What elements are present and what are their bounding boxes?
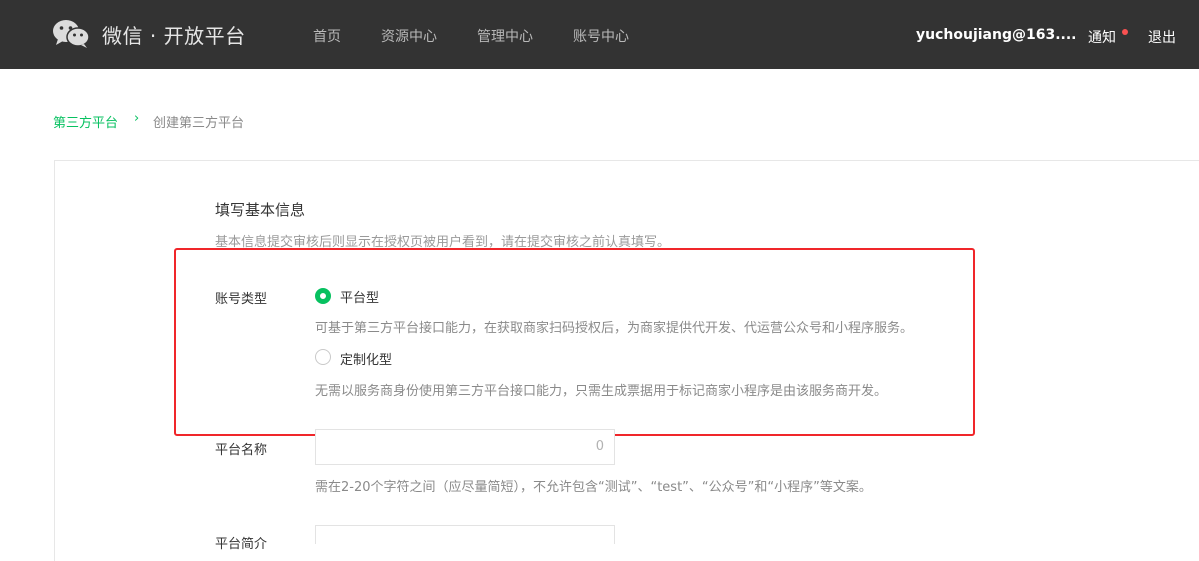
highlight-annotation-box <box>174 248 975 436</box>
breadcrumb-current: 创建第三方平台 <box>153 116 245 131</box>
nav-home[interactable]: 首页 <box>313 26 341 46</box>
platform-intro-label: 平台简介 <box>215 537 268 552</box>
notify-dot-badge <box>1122 29 1128 35</box>
wechat-logo-icon[interactable] <box>52 18 90 50</box>
nav-resource-center[interactable]: 资源中心 <box>381 26 437 46</box>
logout-link[interactable]: 退出 <box>1148 27 1176 47</box>
nav-management-center[interactable]: 管理中心 <box>477 26 533 46</box>
platform-name-label: 平台名称 <box>215 443 268 458</box>
breadcrumb-root[interactable]: 第三方平台 <box>53 112 118 131</box>
nav-account-center[interactable]: 账号中心 <box>573 26 629 46</box>
brand-title[interactable]: 微信 · 开放平台 <box>102 20 246 49</box>
platform-intro-input[interactable] <box>315 525 615 544</box>
notify-link[interactable]: 通知 <box>1088 27 1116 47</box>
platform-name-hint: 需在2-20个字符之间（应尽量简短），不允许包含“测试”、“test”、“公众号… <box>315 480 872 495</box>
section-title: 填写基本信息 <box>215 201 306 219</box>
top-bar: 微信 · 开放平台 首页 资源中心 管理中心 账号中心 yuchoujiang@… <box>0 0 1199 69</box>
platform-name-input[interactable]: 0 <box>315 429 615 465</box>
breadcrumb-separator-icon: › <box>134 111 140 126</box>
char-counter: 0 <box>595 439 604 454</box>
user-account[interactable]: yuchoujiang@163.... <box>916 27 1076 43</box>
